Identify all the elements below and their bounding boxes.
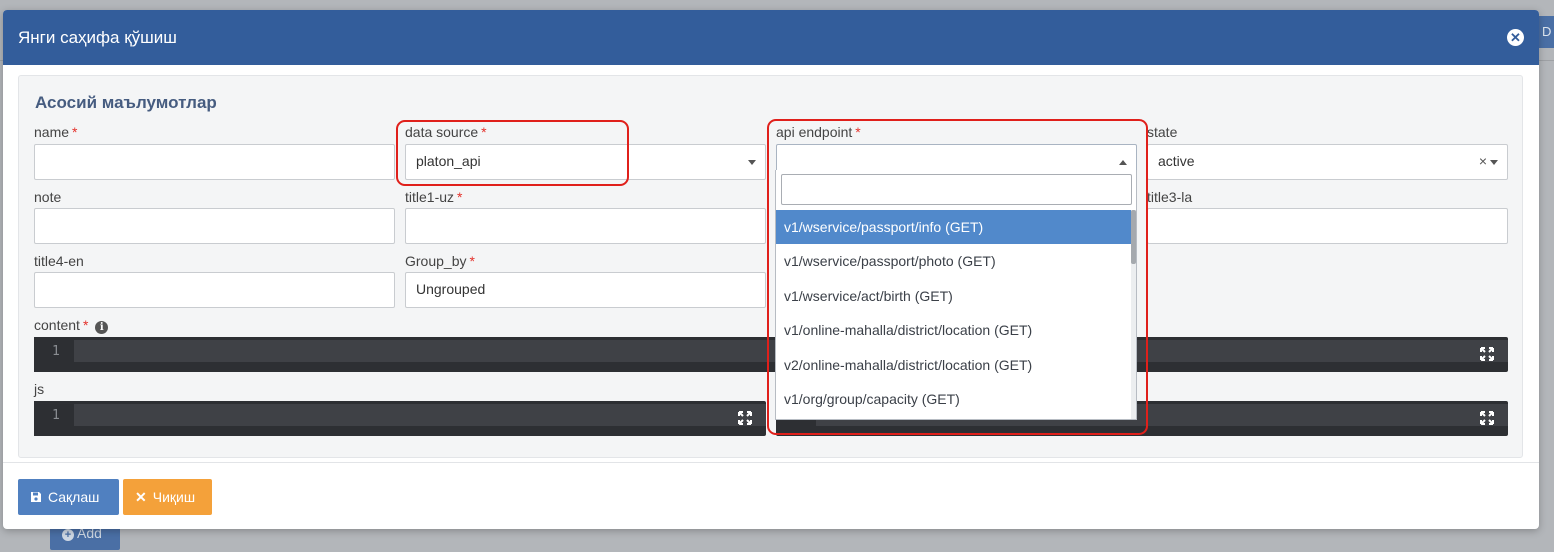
title3-la-label: title3-la	[1147, 189, 1193, 205]
floppy-disk-icon	[30, 489, 42, 505]
line-number: 1	[34, 337, 74, 372]
exit-button[interactable]: ✕ Чиқиш	[123, 479, 212, 515]
close-icon[interactable]: ✕	[1507, 29, 1524, 46]
expand-icon[interactable]	[738, 411, 752, 425]
save-button[interactable]: Сақлаш	[18, 479, 119, 515]
plus-circle-icon: +	[62, 529, 74, 541]
note-label: note	[34, 189, 62, 205]
save-button-label: Сақлаш	[48, 489, 100, 505]
group-by-label-text: Group_by	[405, 253, 467, 269]
exit-button-label: Чиқиш	[152, 489, 196, 505]
annotation-box-api-endpoint	[767, 119, 1148, 435]
annotation-box-data-source	[396, 120, 629, 186]
footer-divider	[3, 462, 1539, 463]
required-mark: *	[457, 189, 463, 205]
code-line[interactable]	[74, 404, 766, 426]
modal-title: Янги саҳифа қўшиш	[18, 28, 177, 47]
title1-uz-input[interactable]	[405, 208, 766, 244]
js-label: js	[34, 381, 45, 397]
content-label-text: content	[34, 317, 80, 333]
background-right-button[interactable]: D	[1538, 16, 1554, 48]
clear-icon[interactable]: ×	[1479, 153, 1487, 169]
group-by-label: Group_by *	[405, 253, 475, 269]
required-mark: *	[72, 124, 78, 140]
state-select[interactable]: active ×	[1147, 144, 1508, 180]
close-x-icon: ✕	[135, 489, 147, 505]
state-label: state	[1147, 124, 1178, 140]
title4-en-label: title4-en	[34, 253, 84, 269]
expand-icon[interactable]	[1480, 411, 1494, 425]
group-by-input[interactable]: Ungrouped	[405, 272, 766, 308]
line-number: 1	[34, 401, 74, 436]
required-mark: *	[82, 317, 89, 333]
content-label: content * i	[34, 317, 109, 334]
title1-uz-label-text: title1-uz	[405, 189, 455, 205]
title4-en-input[interactable]	[34, 272, 395, 308]
title1-uz-label: title1-uz *	[405, 189, 462, 205]
chevron-down-icon	[1490, 160, 1498, 165]
state-value: active	[1158, 153, 1195, 169]
name-label: name *	[34, 124, 77, 140]
info-icon[interactable]: i	[95, 321, 109, 334]
section-title: Асосий маълумотлар	[35, 93, 217, 112]
expand-icon[interactable]	[1480, 347, 1494, 361]
title3-la-input[interactable]	[1147, 208, 1508, 244]
note-input[interactable]	[34, 208, 395, 244]
js-code-editor[interactable]: 1	[34, 401, 766, 436]
name-label-text: name	[34, 124, 70, 140]
required-mark: *	[469, 253, 475, 269]
modal-header: Янги саҳифа қўшиш ✕	[3, 10, 1539, 65]
name-input[interactable]	[34, 144, 395, 180]
chevron-down-icon	[748, 160, 756, 165]
